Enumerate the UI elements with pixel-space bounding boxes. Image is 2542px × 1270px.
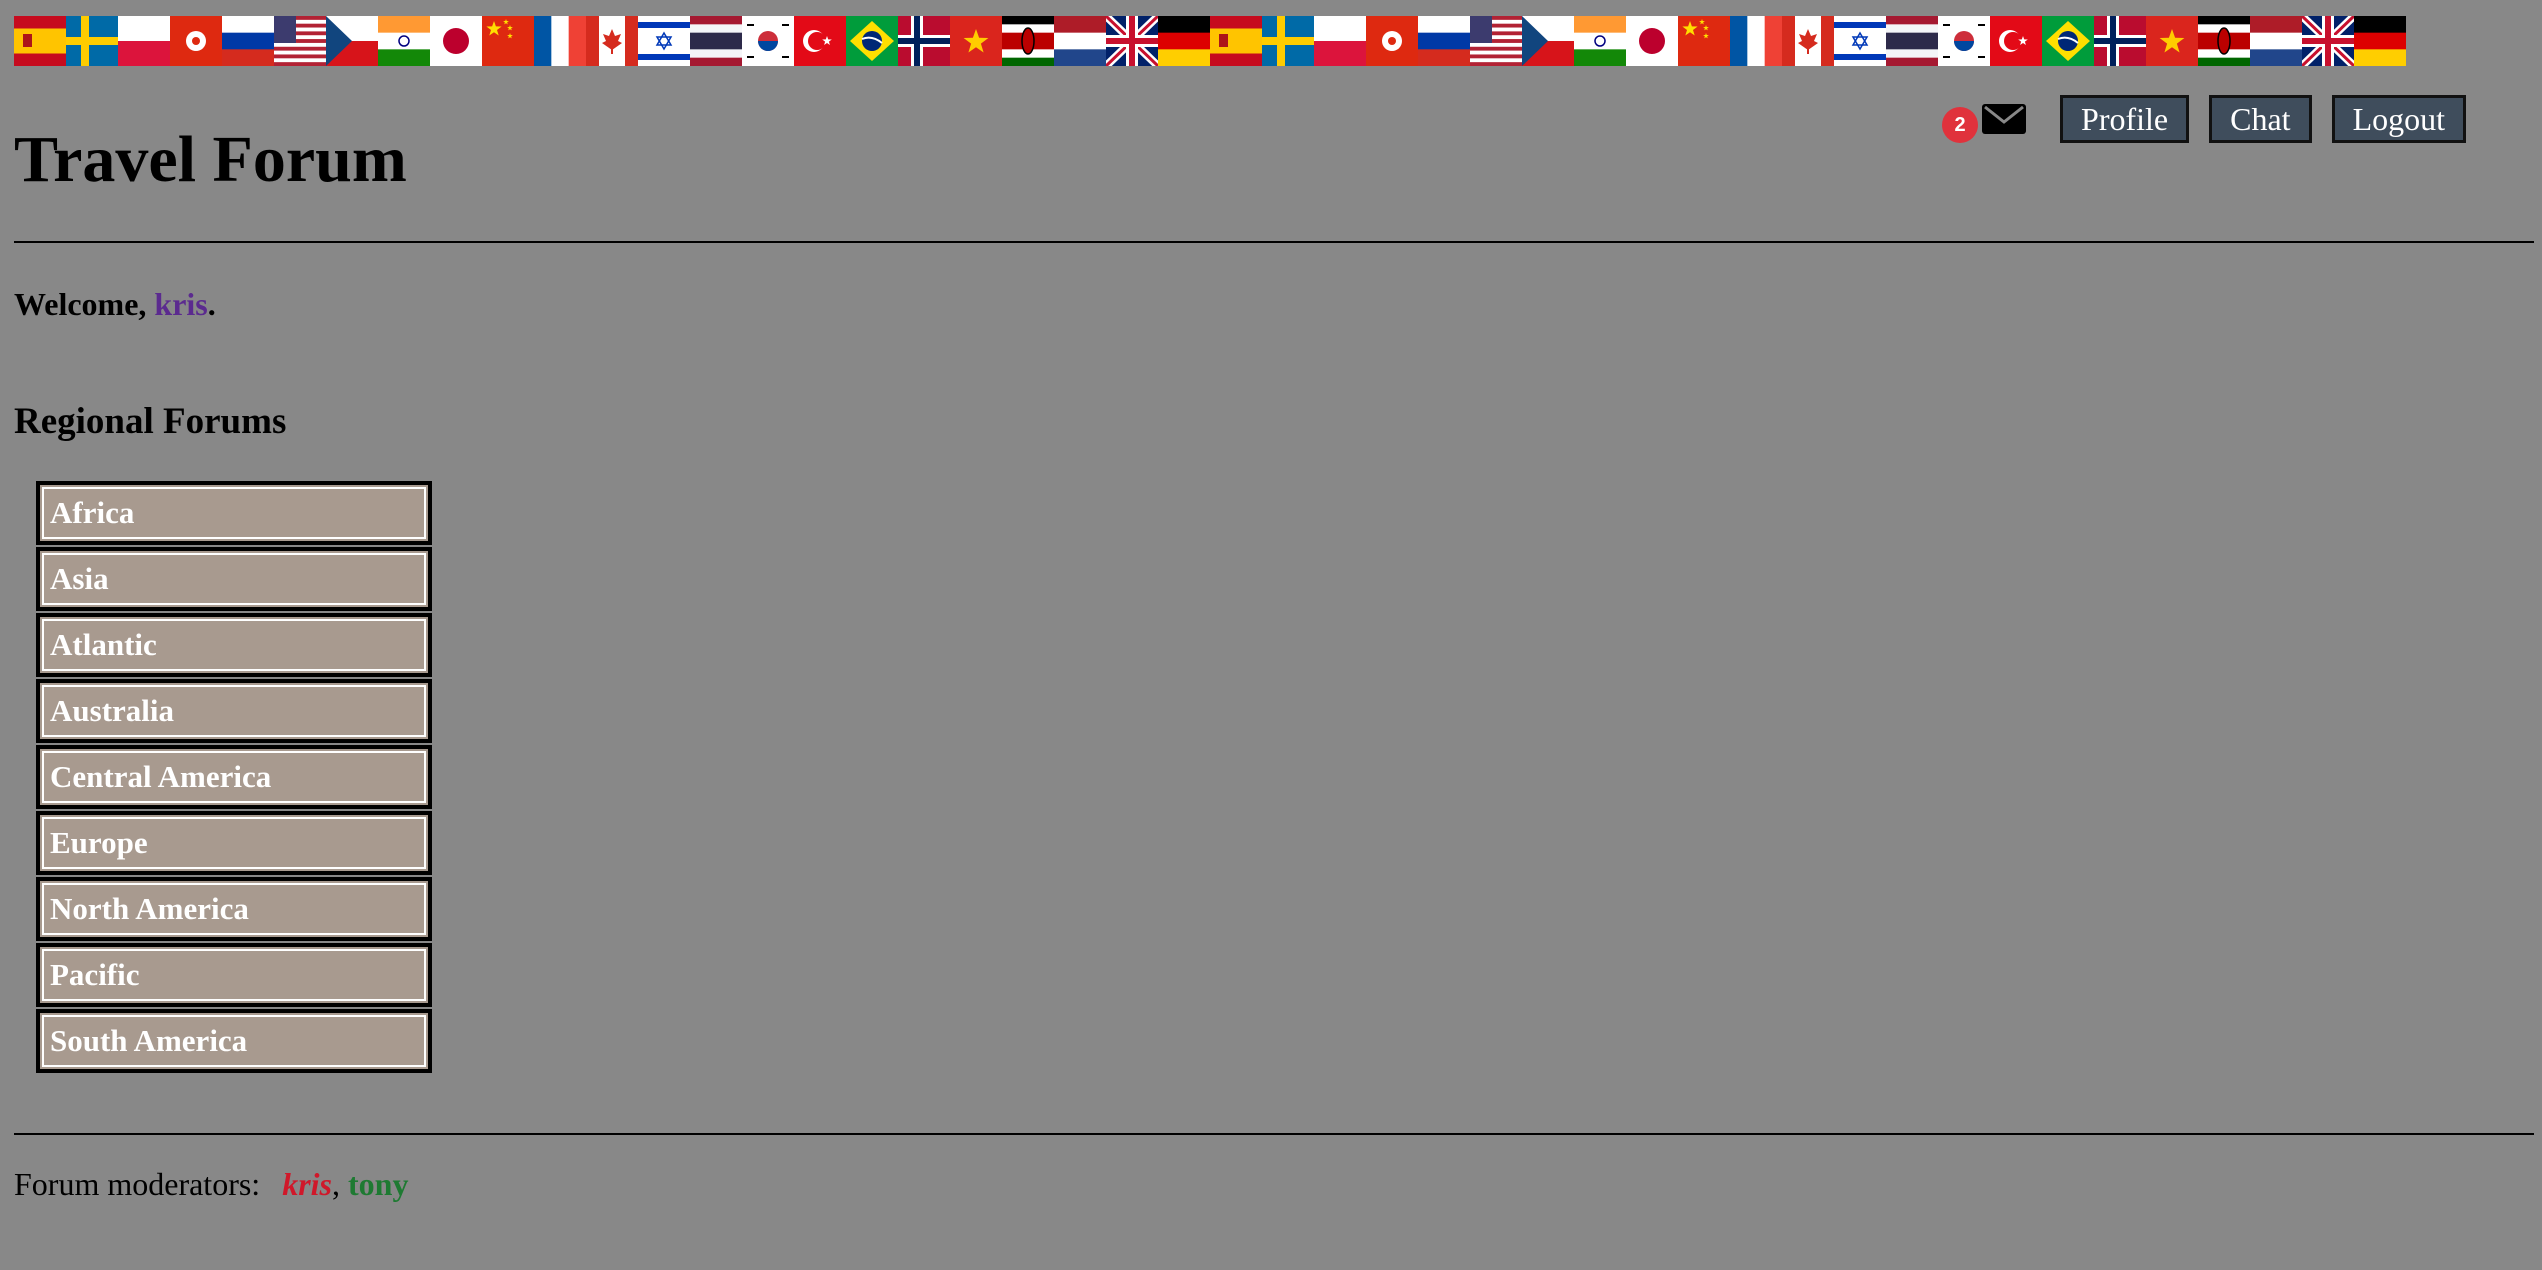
flag-cn-icon	[1678, 16, 1730, 66]
forum-link-central-america[interactable]: Central America	[36, 745, 432, 809]
flag-th-icon	[690, 16, 742, 66]
flag-kr-icon	[1938, 16, 1990, 66]
forum-link-africa[interactable]: Africa	[36, 481, 432, 545]
flag-vn-icon	[950, 16, 1002, 66]
welcome-message: Welcome, kris.	[14, 284, 216, 324]
flag-us-icon	[1470, 16, 1522, 66]
flag-ke-icon	[1002, 16, 1054, 66]
unread-count-badge: 2	[1942, 107, 1979, 143]
divider	[14, 241, 2534, 243]
flag-hk-icon	[1366, 16, 1418, 66]
top-nav: 2 Profile Chat Logout	[1942, 95, 2466, 143]
flag-de-icon	[2354, 16, 2406, 66]
moderator-separator: ,	[331, 1166, 348, 1202]
forum-link-south-america[interactable]: South America	[36, 1009, 432, 1073]
moderators-line: Forum moderators: kris, tony	[14, 1164, 408, 1204]
chat-button[interactable]: Chat	[2209, 95, 2312, 143]
flag-kr-icon	[742, 16, 794, 66]
flag-tr-icon	[794, 16, 846, 66]
flag-cn-icon	[482, 16, 534, 66]
forum-link-europe[interactable]: Europe	[36, 811, 432, 875]
forum-link-atlantic[interactable]: Atlantic	[36, 613, 432, 677]
forum-link-north-america[interactable]: North America	[36, 877, 432, 941]
flag-se-icon	[1262, 16, 1314, 66]
welcome-suffix: .	[207, 286, 216, 322]
flag-pl-icon	[1314, 16, 1366, 66]
flag-us-icon	[274, 16, 326, 66]
divider	[14, 1133, 2534, 1135]
flag-no-icon	[2094, 16, 2146, 66]
flag-jp-icon	[430, 16, 482, 66]
flag-ca-icon	[586, 16, 638, 66]
flag-tr-icon	[1990, 16, 2042, 66]
flag-th-icon	[1886, 16, 1938, 66]
forum-link-australia[interactable]: Australia	[36, 679, 432, 743]
forum-link-asia[interactable]: Asia	[36, 547, 432, 611]
flag-ca-icon	[1782, 16, 1834, 66]
forum-link-pacific[interactable]: Pacific	[36, 943, 432, 1007]
flag-es-icon	[1210, 16, 1262, 66]
flag-se-icon	[66, 16, 118, 66]
flag-in-icon	[378, 16, 430, 66]
flag-fr-icon	[1730, 16, 1782, 66]
logout-button[interactable]: Logout	[2331, 95, 2466, 143]
flag-jp-icon	[1626, 16, 1678, 66]
flag-ru-icon	[222, 16, 274, 66]
flag-nl-icon	[1054, 16, 1106, 66]
flag-nl-icon	[2250, 16, 2302, 66]
section-heading: Regional Forums	[14, 401, 287, 442]
page-title: Travel Forum	[14, 123, 407, 196]
flag-ru-icon	[1418, 16, 1470, 66]
forum-list: Africa Asia Atlantic Australia Central A…	[36, 481, 432, 1075]
moderators-label: Forum moderators:	[14, 1166, 261, 1202]
welcome-prefix: Welcome,	[14, 286, 155, 322]
flag-pl-icon	[118, 16, 170, 66]
flag-banner	[14, 16, 2534, 66]
flag-cz-icon	[1522, 16, 1574, 66]
flag-in-icon	[1574, 16, 1626, 66]
flag-ke-icon	[2198, 16, 2250, 66]
welcome-username-link[interactable]: kris	[154, 286, 207, 322]
flag-fr-icon	[534, 16, 586, 66]
flag-cz-icon	[326, 16, 378, 66]
envelope-icon[interactable]	[1982, 102, 2027, 136]
flag-gb-icon	[1106, 16, 1158, 66]
flag-de-icon	[1158, 16, 1210, 66]
flag-vn-icon	[2146, 16, 2198, 66]
flag-no-icon	[898, 16, 950, 66]
flag-gb-icon	[2302, 16, 2354, 66]
flag-es-icon	[14, 16, 66, 66]
moderator-link-tony[interactable]: tony	[348, 1166, 408, 1202]
flag-hk-icon	[170, 16, 222, 66]
flag-il-icon	[1834, 16, 1886, 66]
moderator-link-kris[interactable]: kris	[282, 1166, 332, 1202]
flag-br-icon	[846, 16, 898, 66]
flag-br-icon	[2042, 16, 2094, 66]
profile-button[interactable]: Profile	[2060, 95, 2190, 143]
flag-il-icon	[638, 16, 690, 66]
